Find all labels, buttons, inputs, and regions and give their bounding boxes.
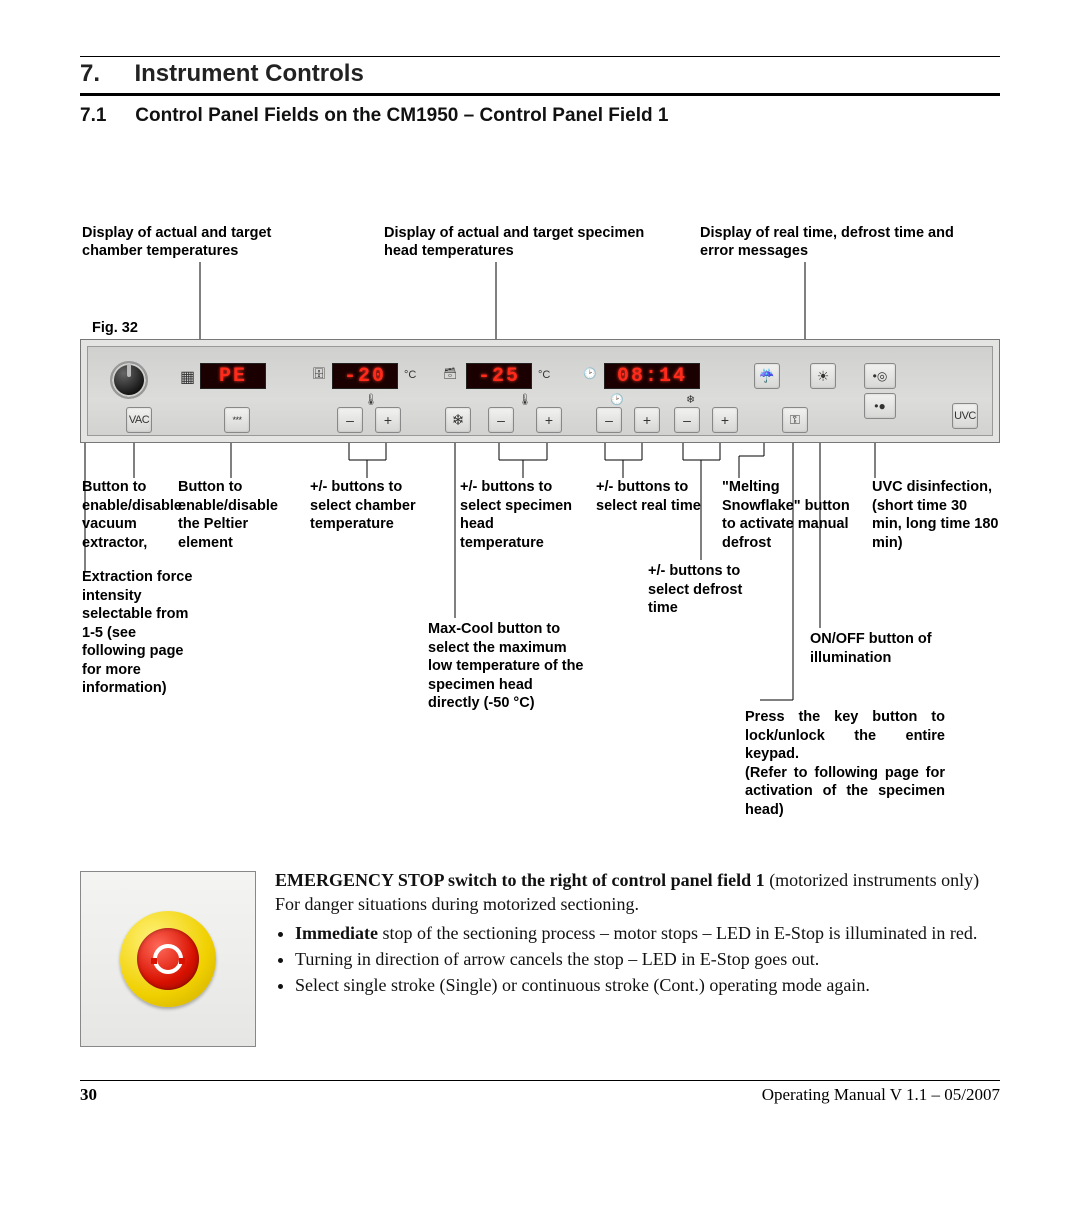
footer-right: Operating Manual V 1.1 – 05/2007 xyxy=(762,1085,1000,1105)
time-display: 08:14 xyxy=(604,363,700,389)
vac-button-label: VAC xyxy=(129,414,149,426)
callout-chamber-pm: +/- buttons to select chamber temperatur… xyxy=(310,478,430,534)
emergency-stop-arrow-ring xyxy=(153,944,183,974)
callout-realtime: Display of real time, defrost time and e… xyxy=(700,224,970,260)
melting-snowflake-icon: ☔ xyxy=(759,368,775,384)
callout-key: Press the key button to lock/unlock the … xyxy=(745,708,945,819)
thermometer-icon-2: 🌡 xyxy=(518,393,532,406)
callout-vac-extra: Extraction force intensity selectable fr… xyxy=(82,568,202,698)
emergency-stop-outer xyxy=(120,911,216,1007)
defrost-plus-button[interactable]: + xyxy=(712,407,738,433)
specimen-temp-display: -20 xyxy=(332,363,398,389)
callout-peltier: Button to enable/disable the Peltier ele… xyxy=(178,478,298,552)
control-panel: VAC ▦ PE *** 🗄 -20 °C 🌡 – + xyxy=(80,339,1000,443)
deg-c-2: °C xyxy=(538,369,550,381)
callout-vac: Button to enable/disable vacuum extracto… xyxy=(82,478,174,552)
realtime-plus-button[interactable]: + xyxy=(634,407,660,433)
plus-label-1: + xyxy=(384,412,392,428)
specimen-plus-button[interactable]: + xyxy=(536,407,562,433)
minus-label-3: – xyxy=(605,412,613,428)
realtime-minus-button[interactable]: – xyxy=(596,407,622,433)
estop-line2: For danger situations during motorized s… xyxy=(275,892,1000,916)
callout-onoff: ON/OFF button of illumination xyxy=(810,630,960,667)
minus-label-2: – xyxy=(497,412,505,428)
callout-maxcool: Max-Cool button to select the maximum lo… xyxy=(428,620,588,713)
dot-icon-a: •◎ xyxy=(873,369,888,383)
subsection-header: 7.1 Control Panel Fields on the CM1950 –… xyxy=(80,105,1000,127)
page-number: 30 xyxy=(80,1085,97,1105)
emergency-stop-figure xyxy=(80,871,256,1047)
callout-melting: "Melting Snowflake" button to activate m… xyxy=(722,478,852,552)
specimen-minus-button[interactable]: – xyxy=(488,407,514,433)
estop-bullet-1: Immediate stop of the sectioning process… xyxy=(295,921,1000,945)
uvc-button-label: UVC xyxy=(954,410,976,422)
melting-snowflake-button[interactable]: ☔ xyxy=(754,363,780,389)
chamber-minus-button[interactable]: – xyxy=(337,407,363,433)
peltier-button[interactable]: *** xyxy=(224,407,250,433)
vac-button[interactable]: VAC xyxy=(126,407,152,433)
chamber-temp-display: PE xyxy=(200,363,266,389)
callout-realtime-pm: +/- buttons to select real time xyxy=(596,478,706,515)
illumination-button[interactable]: ☀ xyxy=(810,363,836,389)
peltier-button-label: *** xyxy=(232,415,241,425)
callout-specimen-pm: +/- buttons to select specimen head temp… xyxy=(460,478,580,552)
chamber-icon: ▦ xyxy=(180,367,195,387)
estop-bullet1-rest: stop of the sectioning process – motor s… xyxy=(378,923,977,943)
snowflake-icon: ❄ xyxy=(452,411,465,429)
estop-bullet-3: Select single stroke (Single) or continu… xyxy=(295,973,1000,997)
uvc-button[interactable]: UVC xyxy=(952,403,978,429)
callout-uvc: UVC disinfection, (short time 30 min, lo… xyxy=(872,478,1000,552)
emergency-stop-text: EMERGENCY STOP switch to the right of co… xyxy=(275,868,1000,999)
callout-chamber-temp: Display of actual and target chamber tem… xyxy=(82,224,332,260)
estop-title-rest: (motorized instruments only) xyxy=(765,870,979,890)
callout-defrost-pm: +/- buttons to select defrost time xyxy=(648,562,768,618)
minus-label-1: – xyxy=(346,412,354,428)
subsection-title: Control Panel Fields on the CM1950 – Con… xyxy=(135,105,668,126)
estop-bullet1-bold: Immediate xyxy=(295,923,378,943)
minus-label-4: – xyxy=(683,412,691,428)
clock-small-icon: 🕑 xyxy=(610,393,624,406)
section-number: 7. xyxy=(80,60,130,88)
head-icon: 🗃 xyxy=(443,367,457,380)
head-temp-display: -25 xyxy=(466,363,532,389)
estop-title-bold: EMERGENCY STOP switch to the right of co… xyxy=(275,870,765,890)
maxcool-button[interactable]: ❄ xyxy=(445,407,471,433)
specimen-icon: 🗄 xyxy=(312,367,326,380)
record-b-button[interactable]: •● xyxy=(864,393,896,419)
subsection-number: 7.1 xyxy=(80,105,130,127)
plus-label-2: + xyxy=(545,412,553,428)
section-title: Instrument Controls xyxy=(134,60,363,87)
extraction-dial[interactable] xyxy=(110,361,148,399)
defrost-small-icon: ❄ xyxy=(686,393,695,406)
page-footer: 30 Operating Manual V 1.1 – 05/2007 xyxy=(80,1080,1000,1105)
plus-label-3: + xyxy=(643,412,651,428)
light-icon: ☀ xyxy=(817,368,830,385)
emergency-stop-button[interactable] xyxy=(137,928,199,990)
estop-bullet-2: Turning in direction of arrow cancels th… xyxy=(295,947,1000,971)
thermometer-icon-1: 🌡 xyxy=(364,393,378,406)
callout-specimen-temp: Display of actual and target specimen he… xyxy=(384,224,674,260)
plus-label-4: + xyxy=(721,412,729,428)
deg-c-1: °C xyxy=(404,369,416,381)
figure-label: Fig. 32 xyxy=(92,320,138,336)
clock-icon: 🕑 xyxy=(583,367,597,380)
defrost-minus-button[interactable]: – xyxy=(674,407,700,433)
chamber-plus-button[interactable]: + xyxy=(375,407,401,433)
key-icon: ⚿ xyxy=(790,412,800,428)
record-a-button[interactable]: •◎ xyxy=(864,363,896,389)
dot-icon-b: •● xyxy=(874,399,885,413)
section-header: 7. Instrument Controls xyxy=(80,56,1000,96)
key-lock-button[interactable]: ⚿ xyxy=(782,407,808,433)
